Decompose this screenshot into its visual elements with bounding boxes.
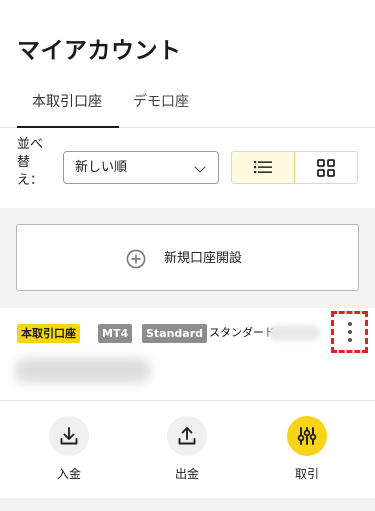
more-options-button[interactable] [331, 311, 368, 353]
account-tabs: 本取引口座 デモ口座 [0, 88, 375, 128]
redacted-account-number [268, 325, 320, 341]
open-new-account-button[interactable]: 新規口座開設 [16, 224, 359, 291]
trade-button[interactable]: 取引 [277, 416, 337, 486]
withdraw-button[interactable]: 出金 [157, 416, 217, 486]
sort-label: 並べ替え： [17, 137, 44, 188]
upload-icon [178, 427, 196, 445]
plus-circle-icon [126, 249, 146, 269]
grid-icon [317, 159, 335, 177]
trade-label: 取引 [294, 467, 319, 481]
tab-demo-account[interactable]: デモ口座 [133, 88, 189, 128]
deposit-button[interactable]: 入金 [39, 416, 99, 486]
header-section: マイアカウント 本取引口座 デモ口座 並べ替え： 新しい順 [0, 0, 375, 208]
deposit-label: 入金 [56, 467, 81, 481]
download-icon [60, 427, 78, 445]
sort-selected-value: 新しい順 [75, 160, 128, 175]
view-toggle [231, 151, 358, 184]
list-icon [254, 161, 272, 174]
tab-live-account[interactable]: 本取引口座 [17, 88, 119, 128]
platform-badge: MT4 [98, 324, 133, 343]
withdraw-label: 出金 [174, 467, 199, 481]
trade-icon-circle [287, 416, 327, 456]
sort-select[interactable]: 新しい順 [63, 151, 219, 184]
page-title: マイアカウント [17, 38, 182, 64]
more-vertical-icon-dot [348, 338, 352, 342]
deposit-icon-circle [49, 416, 89, 456]
redacted-balance [15, 358, 150, 383]
list-view-button[interactable] [232, 152, 295, 183]
account-plan-badge: Standard [142, 324, 208, 343]
sliders-icon [297, 427, 317, 445]
live-account-badge: 本取引口座 [17, 324, 80, 343]
more-vertical-icon-dot [348, 330, 352, 334]
grid-view-button[interactable] [295, 152, 357, 183]
account-card: 本取引口座 MT4 Standard スタンダード- 入金 出金 取引 [0, 308, 375, 498]
more-vertical-icon [348, 322, 352, 326]
card-divider [0, 400, 375, 401]
withdraw-icon-circle [167, 416, 207, 456]
chevron-down-icon [194, 161, 206, 173]
open-new-account-label: 新規口座開設 [164, 251, 243, 266]
